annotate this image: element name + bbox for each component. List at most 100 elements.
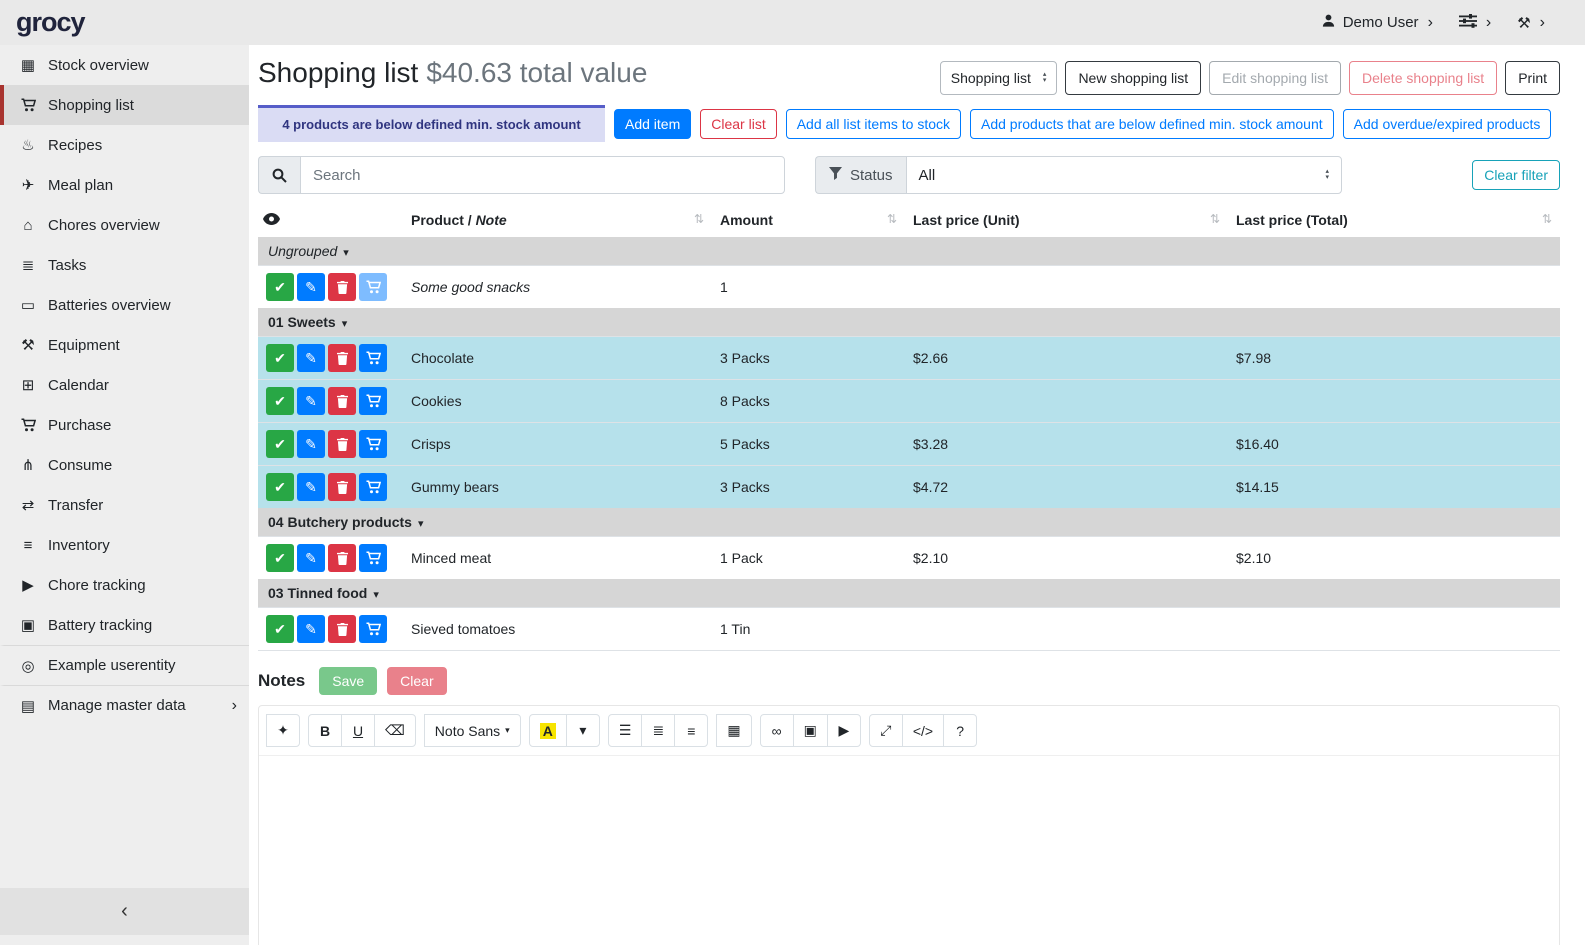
shopping-list-table: Product / Note ⇅ Amount ⇅ Last price (Un… (258, 206, 1560, 651)
mark-done-button[interactable]: ✔ (266, 387, 294, 415)
font-family-dropdown[interactable]: Noto Sans▾ (424, 714, 521, 747)
magic-wand-icon[interactable]: ✦ (266, 714, 300, 747)
notes-textarea[interactable] (259, 756, 1559, 945)
shopping-cart-icon (16, 98, 40, 112)
add-to-stock-button[interactable] (359, 473, 387, 501)
add-all-to-stock-button[interactable]: Add all list items to stock (786, 109, 961, 139)
delete-item-button[interactable] (328, 615, 356, 643)
unordered-list-icon[interactable]: ☰ (608, 714, 643, 747)
delete-item-button[interactable] (328, 430, 356, 458)
sidebar-item-recipes[interactable]: ♨Recipes (0, 125, 249, 165)
add-to-stock-button[interactable] (359, 430, 387, 458)
sidebar-item-manage-master-data[interactable]: ▤Manage master data› (0, 685, 249, 725)
clear-list-button[interactable]: Clear list (700, 109, 776, 139)
edit-item-button[interactable]: ✎ (297, 273, 325, 301)
clear-filter-button[interactable]: Clear filter (1472, 160, 1560, 190)
delete-item-button[interactable] (328, 273, 356, 301)
mark-done-button[interactable]: ✔ (266, 344, 294, 372)
delete-item-button[interactable] (328, 473, 356, 501)
delete-item-button[interactable] (328, 387, 356, 415)
picture-icon[interactable]: ▣ (793, 714, 828, 747)
shopping-list-item-row: ✔✎Sieved tomatoes1 Tin (258, 608, 1560, 651)
mark-done-button[interactable]: ✔ (266, 473, 294, 501)
font-color-caret-icon[interactable]: ▾ (566, 714, 600, 747)
edit-item-button[interactable]: ✎ (297, 473, 325, 501)
delete-shopping-list-button[interactable]: Delete shopping list (1349, 61, 1497, 95)
mark-done-button[interactable]: ✔ (266, 430, 294, 458)
bold-icon[interactable]: B (308, 714, 342, 747)
underline-icon[interactable]: U (341, 714, 375, 747)
table-icon[interactable]: ▦ (716, 714, 751, 747)
status-filter-select[interactable]: All ▴▾ (906, 156, 1342, 194)
add-item-button[interactable]: Add item (614, 109, 691, 139)
sidebar-item-tasks[interactable]: ≣Tasks (0, 245, 249, 285)
add-to-stock-button[interactable] (359, 615, 387, 643)
sidebar-item-shopping-list[interactable]: Shopping list (0, 85, 249, 125)
mark-done-button[interactable]: ✔ (266, 615, 294, 643)
unit-price-column-header[interactable]: Last price (Unit) ⇅ (905, 206, 1228, 237)
sidebar-item-batteries-overview[interactable]: ▭Batteries overview (0, 285, 249, 325)
help-icon[interactable]: ? (943, 714, 977, 747)
sidebar-item-chore-tracking[interactable]: ▶Chore tracking (0, 565, 249, 605)
sidebar-item-example-userentity[interactable]: ◎Example userentity (0, 645, 249, 685)
ordered-list-icon[interactable]: ≣ (641, 714, 675, 747)
group-collapse-icon[interactable]: ▾ (373, 589, 379, 601)
admin-menu[interactable]: ⚒ › (1517, 14, 1545, 32)
sidebar-item-stock-overview[interactable]: ▦Stock overview (0, 45, 249, 85)
product-column-header[interactable]: Product / Note ⇅ (403, 206, 712, 237)
align-left-icon[interactable]: ≡ (674, 714, 708, 747)
group-collapse-icon[interactable]: ▾ (342, 318, 348, 330)
sidebar-item-chores-overview[interactable]: ⌂Chores overview (0, 205, 249, 245)
sidebar-item-consume[interactable]: ⋔Consume (0, 445, 249, 485)
edit-item-button[interactable]: ✎ (297, 544, 325, 572)
mark-done-button[interactable]: ✔ (266, 273, 294, 301)
edit-item-button[interactable]: ✎ (297, 387, 325, 415)
amount-column-header[interactable]: Amount ⇅ (712, 206, 905, 237)
eraser-icon[interactable]: ⌫ (374, 714, 416, 747)
toggle-visibility-header[interactable] (258, 206, 403, 237)
shopping-list-item-row: ✔✎Cookies8 Packs (258, 380, 1560, 423)
banner-actions-row: 4 products are below defined min. stock … (258, 105, 1560, 142)
add-to-stock-button[interactable] (359, 344, 387, 372)
sidebar-item-calendar[interactable]: ⊞Calendar (0, 365, 249, 405)
shopping-list-item-row: ✔✎Gummy bears3 Packs$4.72$14.15 (258, 466, 1560, 509)
add-to-stock-button[interactable] (359, 544, 387, 572)
mark-done-button[interactable]: ✔ (266, 544, 294, 572)
group-collapse-icon[interactable]: ▾ (343, 247, 349, 259)
add-below-min-button[interactable]: Add products that are below defined min.… (970, 109, 1334, 139)
sidebar-item-battery-tracking[interactable]: ▣Battery tracking (0, 605, 249, 645)
new-shopping-list-button[interactable]: New shopping list (1065, 61, 1201, 95)
save-notes-button[interactable]: Save (319, 667, 377, 695)
edit-item-button[interactable]: ✎ (297, 615, 325, 643)
app-logo[interactable]: grocy (16, 7, 85, 38)
sidebar-item-equipment[interactable]: ⚒Equipment (0, 325, 249, 365)
total-price-column-header[interactable]: Last price (Total) ⇅ (1228, 206, 1560, 237)
video-icon[interactable]: ▶ (827, 714, 861, 747)
sidebar-item-inventory[interactable]: ≡Inventory (0, 525, 249, 565)
sidebar-item-purchase[interactable]: Purchase (0, 405, 249, 445)
shopping-list-select[interactable]: Shopping list ▴▾ (940, 61, 1058, 95)
status-filter-group: Status All ▴▾ (815, 156, 1342, 194)
edit-item-button[interactable]: ✎ (297, 344, 325, 372)
delete-item-button[interactable] (328, 544, 356, 572)
fullscreen-icon[interactable]: ⤢ (869, 714, 903, 747)
clear-notes-button[interactable]: Clear (387, 667, 446, 695)
shopping-list-item-row: ✔✎Some good snacks1 (258, 266, 1560, 309)
print-button[interactable]: Print (1505, 61, 1560, 95)
group-collapse-icon[interactable]: ▾ (418, 518, 424, 530)
sidebar-item-meal-plan[interactable]: ✈Meal plan (0, 165, 249, 205)
delete-item-button[interactable] (328, 344, 356, 372)
font-color-button[interactable]: A (529, 714, 567, 747)
code-view-icon[interactable]: </> (902, 714, 944, 747)
add-overdue-button[interactable]: Add overdue/expired products (1343, 109, 1552, 139)
search-input[interactable] (300, 156, 785, 194)
add-to-stock-button[interactable] (359, 387, 387, 415)
edit-item-button[interactable]: ✎ (297, 430, 325, 458)
add-to-stock-button[interactable] (359, 273, 387, 301)
user-menu[interactable]: Demo User › (1321, 13, 1433, 32)
sidebar-collapse-button[interactable]: ‹ (0, 888, 249, 935)
settings-menu[interactable]: › (1459, 14, 1491, 32)
link-icon[interactable]: ∞ (760, 714, 794, 747)
edit-shopping-list-button[interactable]: Edit shopping list (1209, 61, 1341, 95)
sidebar-item-transfer[interactable]: ⇄Transfer (0, 485, 249, 525)
